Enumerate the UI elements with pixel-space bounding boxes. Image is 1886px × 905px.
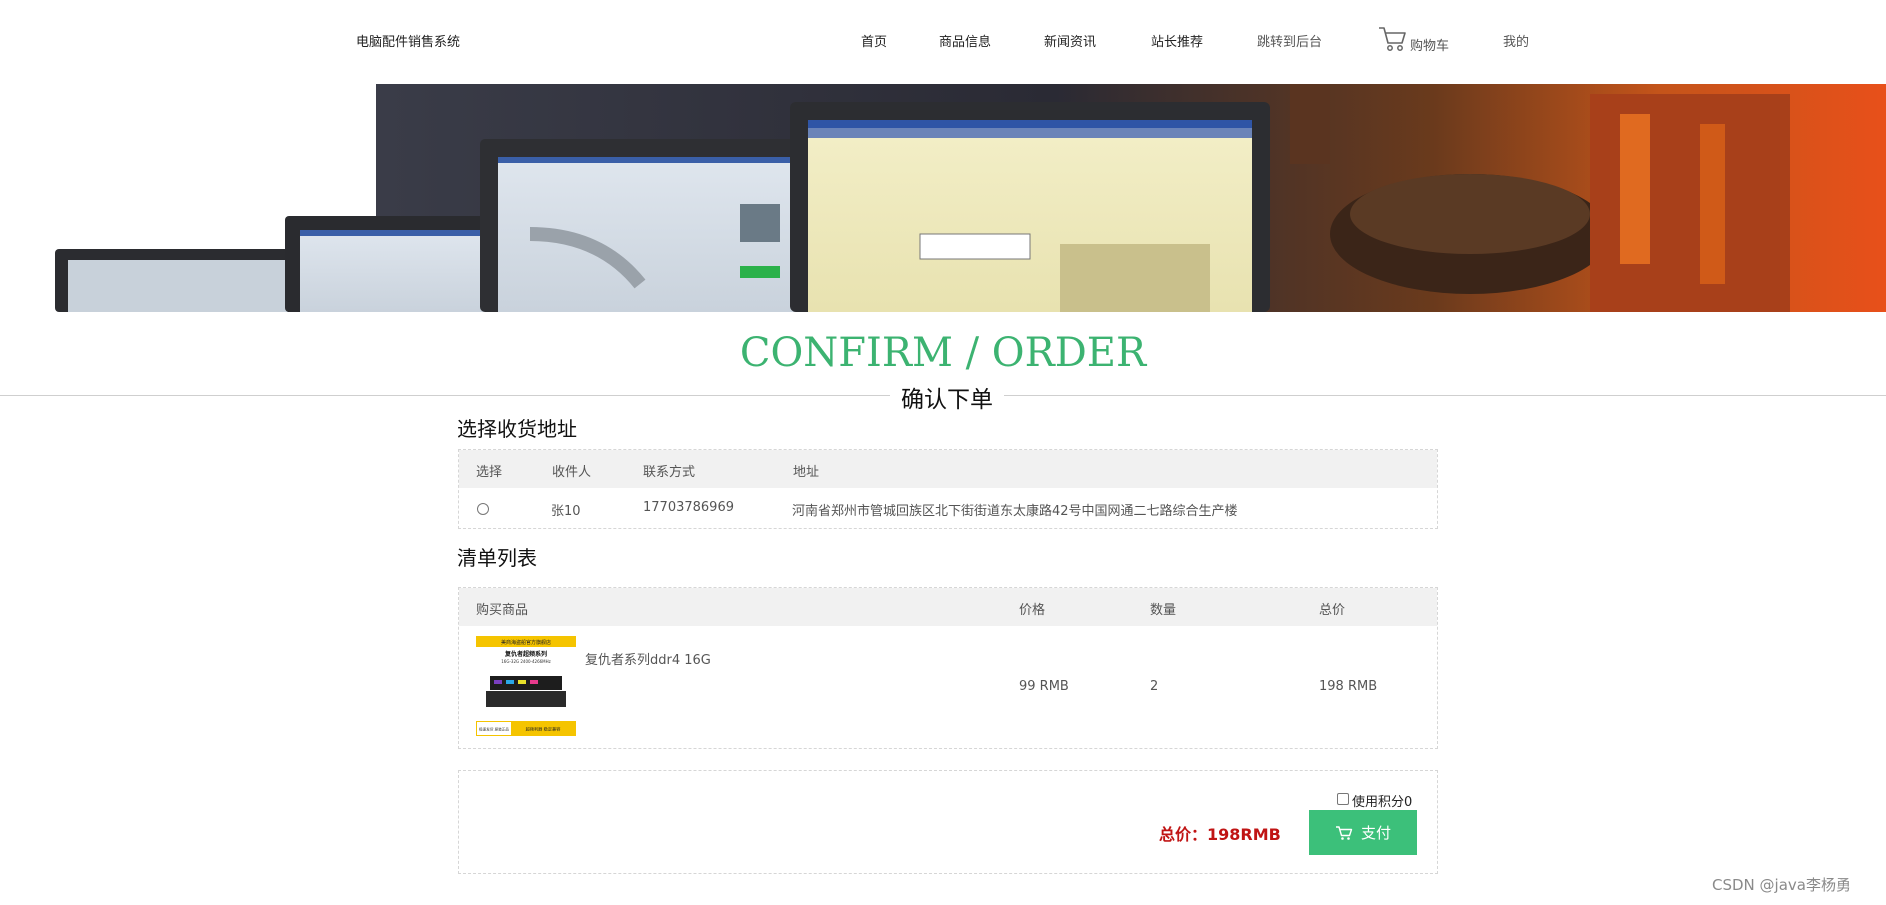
product-price: 99 RMB bbox=[1019, 679, 1069, 694]
col-total: 总价 bbox=[1319, 603, 1346, 618]
pay-button-label: 支付 bbox=[1360, 825, 1391, 842]
thumb-store-text: 美商海盗船官方旗舰店 bbox=[501, 639, 551, 646]
nav-products[interactable]: 商品信息 bbox=[939, 31, 991, 50]
hero-banner bbox=[0, 84, 1886, 312]
order-total: 总价：198RMB bbox=[1159, 825, 1281, 844]
page-title-chinese: 确认下单 bbox=[890, 380, 1004, 414]
product-thumbnail[interactable]: 美商海盗船官方旗舰店 复仇者超频系列 16G-32G 2400-4266MHz … bbox=[476, 636, 576, 736]
thumb-series-text: 复仇者超频系列 bbox=[504, 650, 547, 658]
col-product: 购买商品 bbox=[476, 603, 529, 618]
top-navigation: 电脑配件销售系统 首页 商品信息 新闻资讯 站长推荐 跳转到后台 购物车 我的 bbox=[0, 0, 1886, 84]
nav-home[interactable]: 首页 bbox=[861, 31, 887, 50]
address-table: 选择 收件人 联系方式 地址 张10 17703786969 河南省郑州市管城回… bbox=[458, 449, 1438, 529]
col-recipient: 收件人 bbox=[552, 465, 592, 480]
nav-mine[interactable]: 我的 bbox=[1503, 31, 1529, 50]
thumb-tag-left: 极速发货 原装正品 bbox=[479, 727, 509, 732]
nav-admin[interactable]: 跳转到后台 bbox=[1257, 31, 1322, 50]
watermark-text: CSDN @java李杨勇 bbox=[1712, 876, 1851, 894]
use-points-checkbox[interactable] bbox=[1337, 793, 1349, 805]
col-address: 地址 bbox=[793, 465, 820, 480]
use-points-label[interactable]: 使用积分0 bbox=[1352, 791, 1412, 810]
product-quantity: 2 bbox=[1150, 679, 1159, 694]
product-total: 198 RMB bbox=[1319, 679, 1378, 694]
col-select: 选择 bbox=[476, 465, 503, 480]
thumb-tag-right: 超频利器 稳定兼容 bbox=[526, 726, 561, 733]
pay-button[interactable]: 支付 bbox=[1309, 810, 1417, 855]
nav-news[interactable]: 新闻资讯 bbox=[1044, 31, 1096, 50]
product-name[interactable]: 复仇者系列ddr4 16G bbox=[585, 649, 711, 668]
address-table-header: 选择 收件人 联系方式 地址 bbox=[459, 450, 1437, 488]
address-section-title: 选择收货地址 bbox=[457, 417, 577, 441]
recipient-phone: 17703786969 bbox=[643, 500, 734, 515]
col-quantity: 数量 bbox=[1150, 603, 1177, 618]
nav-cart[interactable]: 购物车 bbox=[1410, 35, 1449, 54]
site-brand[interactable]: 电脑配件销售系统 bbox=[356, 31, 460, 50]
industrial-panels-banner-image bbox=[0, 84, 1886, 312]
nav-recommend[interactable]: 站长推荐 bbox=[1151, 31, 1203, 50]
shopping-cart-icon[interactable] bbox=[1377, 25, 1407, 53]
items-table: 购买商品 价格 数量 总价 美商海盗船官方旗舰店 复仇者超频系列 16G-32G… bbox=[458, 587, 1438, 749]
payment-panel: 使用积分0 总价：198RMB 支付 bbox=[458, 770, 1438, 874]
cart-icon bbox=[1335, 825, 1353, 840]
recipient-address: 河南省郑州市管城回族区北下街街道东太康路42号中国网通二七路综合生产楼 bbox=[792, 504, 1238, 519]
items-table-header: 购买商品 价格 数量 总价 bbox=[459, 588, 1437, 626]
thumb-spec-text: 16G-32G 2400-4266MHz bbox=[501, 659, 550, 664]
recipient-name: 张10 bbox=[551, 504, 581, 519]
page-title-english: CONFIRM / ORDER bbox=[739, 330, 1147, 376]
col-phone: 联系方式 bbox=[643, 465, 696, 480]
col-price: 价格 bbox=[1019, 603, 1046, 618]
address-select-radio[interactable] bbox=[477, 503, 489, 515]
items-section-title: 清单列表 bbox=[457, 546, 537, 570]
